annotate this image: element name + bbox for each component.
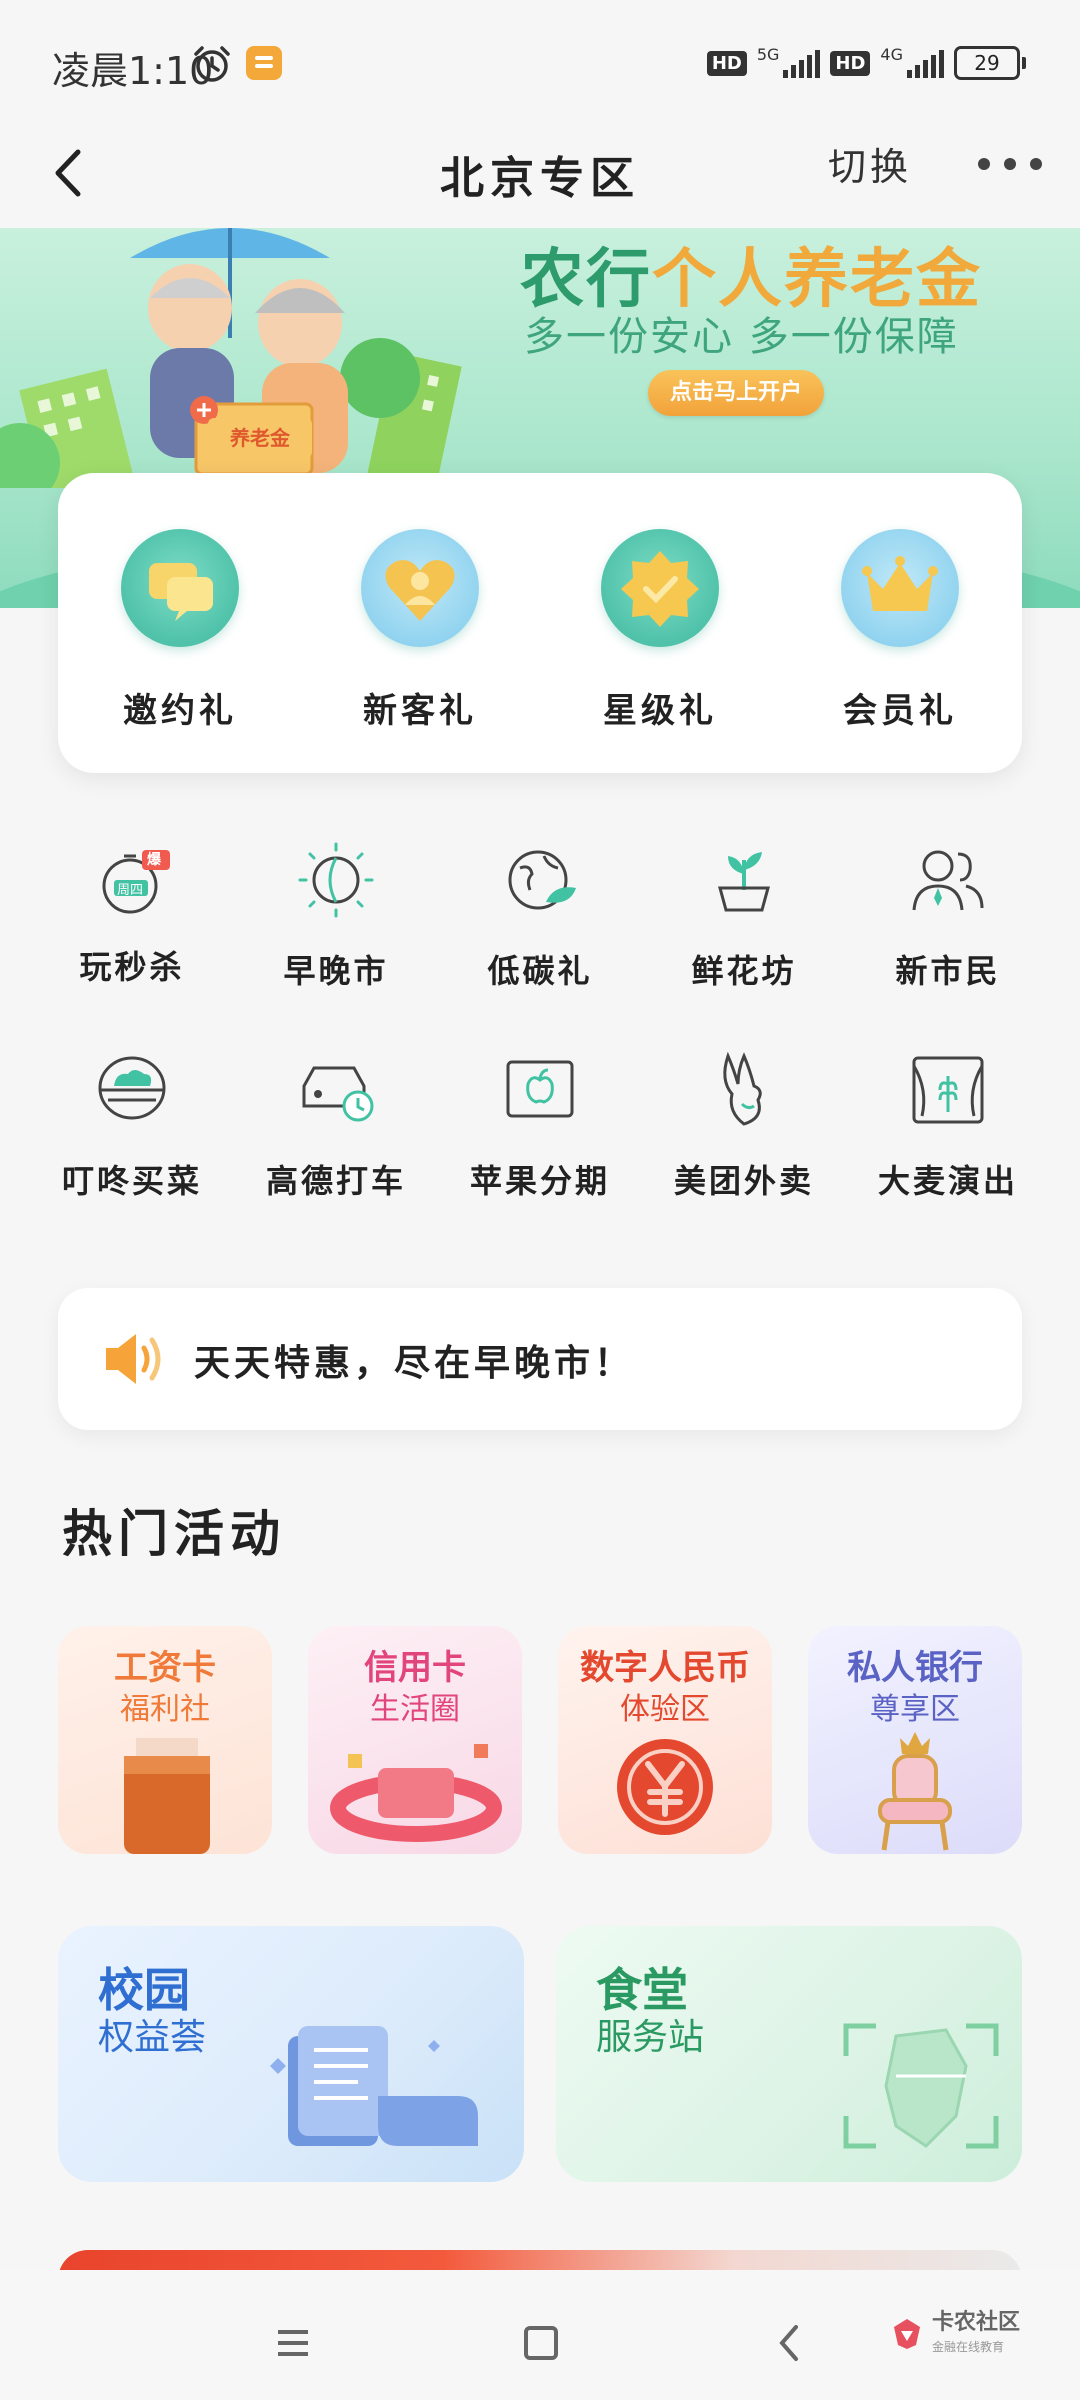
people-icon <box>912 850 984 911</box>
watermark-logo-icon <box>893 2318 920 2349</box>
gift-item-star[interactable]: 星级礼 <box>580 529 740 732</box>
service-label: 叮咚买菜 <box>61 1162 202 1200</box>
activity-card-canteen[interactable]: 食堂 服务站 <box>556 1926 1022 2182</box>
service-label: 美团外卖 <box>673 1162 814 1200</box>
stage-icon <box>912 1056 984 1124</box>
activity-subtitle: 体验区 <box>620 1692 710 1727</box>
service-label: 大麦演出 <box>877 1162 1018 1200</box>
banner-subtitle: 多一份安心 多一份保障 <box>524 314 959 360</box>
car-clock-icon <box>302 1066 374 1122</box>
rabbit-icon <box>723 1051 762 1126</box>
activity-title: 工资卡 <box>114 1648 216 1688</box>
service-item-amap-taxi[interactable]: 高德打车 <box>236 1050 436 1202</box>
service-label: 新市民 <box>895 952 1001 990</box>
gift-item-new-customer[interactable]: 新客礼 <box>340 529 500 732</box>
notice-bar[interactable]: 天天特惠，尽在早晚市！ <box>58 1288 1022 1430</box>
stopwatch-icon: 爆 周四 <box>92 840 172 920</box>
activity-subtitle: 权益荟 <box>98 2017 207 2058</box>
weekday-label: 周四 <box>117 883 144 898</box>
activity-title: 信用卡 <box>364 1648 466 1688</box>
service-item-morning-evening-market[interactable]: 早晚市 <box>236 840 436 992</box>
service-label: 苹果分期 <box>469 1162 610 1200</box>
service-label: 玩秒杀 <box>79 948 185 986</box>
sun-moon-icon <box>298 842 374 918</box>
activity-subtitle: 生活圈 <box>370 1692 460 1727</box>
service-item-new-citizen[interactable]: 新市民 <box>848 840 1048 992</box>
service-item-low-carbon[interactable]: 低碳礼 <box>440 840 640 992</box>
activity-subtitle: 福利社 <box>120 1692 210 1727</box>
network-type-label: 4G <box>880 44 903 64</box>
service-item-flash-sale[interactable]: 爆 周四 玩秒杀 <box>32 840 232 988</box>
activity-title: 数字人民币 <box>580 1648 750 1688</box>
throne-icon <box>878 1732 952 1851</box>
service-label: 鲜花坊 <box>691 952 797 990</box>
system-navigation-bar: 卡农社区 金融在线教育 <box>0 2270 1080 2400</box>
watermark-subtext: 金融在线教育 <box>931 2340 1004 2354</box>
chat-bubbles-icon <box>121 529 239 647</box>
hd-badge: HD <box>706 50 747 76</box>
gift-label: 新客礼 <box>363 691 477 731</box>
home-icon[interactable] <box>524 2326 558 2360</box>
flower-pot-icon <box>718 852 770 912</box>
gift-label: 星级礼 <box>603 691 717 731</box>
page-title: 北京专区 <box>440 153 640 204</box>
service-label: 早晚市 <box>283 952 389 990</box>
apple-card-icon <box>506 1060 574 1118</box>
crown-icon <box>841 529 959 647</box>
watermark: 卡农社区 金融在线教育 <box>890 2312 1020 2355</box>
star-badge-icon <box>601 529 719 647</box>
section-title: 热门活动 <box>62 1504 286 1563</box>
menu-icon[interactable] <box>276 2328 310 2358</box>
activity-card-campus[interactable]: 校园 权益荟 <box>58 1926 524 2182</box>
service-item-apple-installment[interactable]: 苹果分期 <box>440 1050 640 1202</box>
pension-badge: 养老金 <box>208 418 312 458</box>
service-item-damai-shows[interactable]: 大麦演出 <box>848 1050 1048 1202</box>
service-item-dingdong-grocery[interactable]: 叮咚买菜 <box>32 1050 232 1202</box>
open-account-button[interactable]: 点击马上开户 <box>648 370 824 416</box>
notice-text: 天天特惠，尽在早晚市！ <box>194 1342 635 1384</box>
face-scan-icon <box>843 2023 999 2149</box>
service-label: 高德打车 <box>265 1162 406 1200</box>
switch-region-button[interactable]: 切换 <box>828 136 912 191</box>
network-type-label: 5G <box>756 44 780 64</box>
receipt-icon <box>270 2026 478 2146</box>
activity-title: 私人银行 <box>847 1648 983 1688</box>
status-indicators: HD 5G HD 4G 29 <box>706 44 1026 80</box>
signal-strength-icon <box>907 48 944 78</box>
hot-badge: 爆 <box>147 852 161 868</box>
battery-icon: 29 <box>954 46 1026 80</box>
service-label: 低碳礼 <box>487 952 593 990</box>
speaker-icon <box>106 1334 161 1384</box>
gift-label: 会员礼 <box>843 691 957 731</box>
vegetable-bowl-icon <box>98 1056 166 1120</box>
globe-leaf-icon <box>508 850 576 910</box>
nav-bar: 北京专区 切换 <box>0 120 1080 230</box>
more-options-icon[interactable] <box>978 158 1042 170</box>
activity-subtitle: 尊享区 <box>870 1692 960 1727</box>
credit-card-ring-icon <box>330 1744 502 1842</box>
heart-user-icon <box>361 529 479 647</box>
service-item-meituan-delivery[interactable]: 美团外卖 <box>644 1050 844 1202</box>
gift-item-member[interactable]: 会员礼 <box>820 529 980 732</box>
yuan-coin-icon <box>617 1739 713 1835</box>
activity-card-credit-card[interactable]: 信用卡 生活圈 <box>308 1626 522 1854</box>
status-time: 凌晨1:10 <box>52 49 214 93</box>
alarm-clock-icon <box>194 46 230 82</box>
signal-strength-icon <box>783 48 821 78</box>
wallet-icon <box>124 1738 210 1854</box>
service-item-flower-shop[interactable]: 鲜花坊 <box>644 840 844 992</box>
watermark-text: 卡农社区 <box>931 2310 1020 2335</box>
back-icon[interactable] <box>778 2324 800 2362</box>
activity-subtitle: 服务站 <box>596 2017 705 2058</box>
gift-item-invite[interactable]: 邀约礼 <box>100 529 260 732</box>
gift-label: 邀约礼 <box>123 691 237 731</box>
activity-card-digital-rmb[interactable]: 数字人民币 体验区 <box>558 1626 772 1854</box>
message-notification-icon <box>246 46 282 80</box>
gift-panel: 邀约礼 新客礼 星级礼 会员礼 <box>58 473 1022 773</box>
hd-badge: HD <box>830 50 871 76</box>
status-bar: 凌晨1:10 HD 5G HD 4G 29 <box>0 0 1080 130</box>
activity-card-salary-card[interactable]: 工资卡 福利社 <box>58 1626 272 1854</box>
activity-card-private-banking[interactable]: 私人银行 尊享区 <box>808 1626 1022 1854</box>
